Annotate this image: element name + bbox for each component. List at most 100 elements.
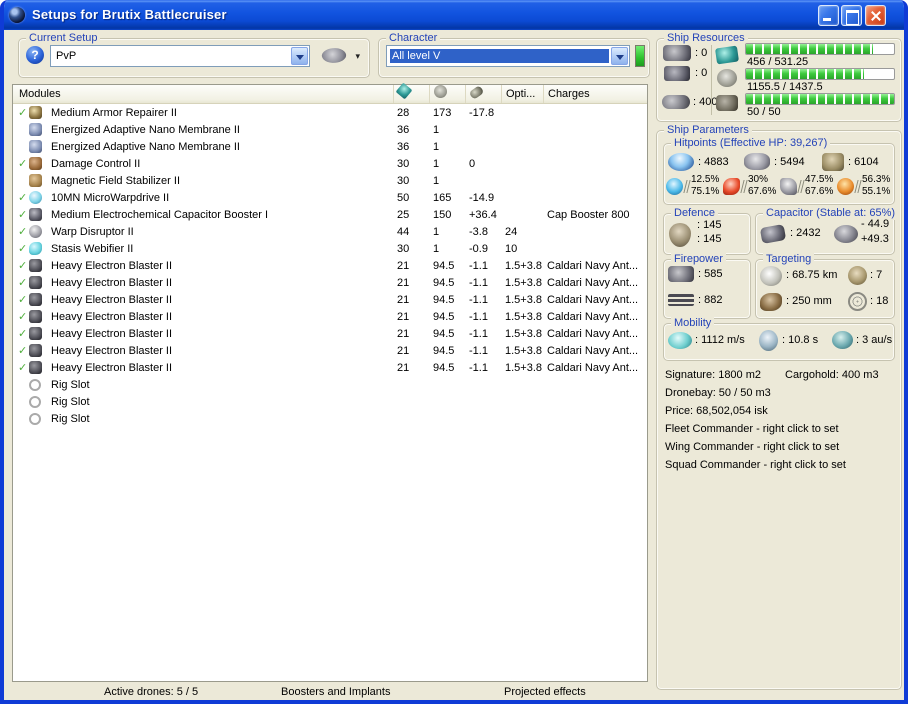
capacitor-icon bbox=[468, 85, 485, 100]
fitted-check-icon: ✓ bbox=[18, 362, 28, 374]
module-row[interactable]: ✓ Heavy Electron Blaster II 21 94.5 -1.1… bbox=[13, 257, 647, 274]
module-name: Stasis Webifier II bbox=[51, 242, 134, 255]
powergrid-bar bbox=[745, 68, 895, 80]
fitted-check-icon: ✓ bbox=[18, 328, 28, 340]
help-icon[interactable]: ? bbox=[26, 46, 44, 64]
damage-control-icon bbox=[29, 157, 42, 170]
projected-effects-section[interactable]: Projected effects bbox=[504, 686, 586, 698]
column-header-charges[interactable]: Charges bbox=[543, 85, 647, 103]
align-time-icon bbox=[759, 330, 778, 351]
module-row[interactable]: ✓ Heavy Electron Blaster II 21 94.5 -1.1… bbox=[13, 342, 647, 359]
module-powergrid: 94.5 bbox=[433, 310, 455, 323]
module-row[interactable]: ✓ Heavy Electron Blaster II 21 94.5 -1.1… bbox=[13, 359, 647, 376]
modules-table-body: ✓ Medium Armor Repairer II 28 173 -17.8 … bbox=[13, 104, 647, 427]
ship-resources-group: Ship Resources : 0 : 0 : 400 456 / 531.2… bbox=[656, 31, 902, 122]
module-cap-use: -1.1 bbox=[469, 327, 488, 340]
module-powergrid: 1 bbox=[433, 140, 440, 153]
module-powergrid: 94.5 bbox=[433, 276, 455, 289]
capacitor-recharge-icon bbox=[834, 225, 858, 243]
module-row[interactable]: ✓ Medium Electrochemical Capacitor Boost… bbox=[13, 206, 647, 223]
wing-commander-text[interactable]: Wing Commander - right click to set bbox=[665, 441, 839, 453]
modules-table: Modules Opti... Charges ✓ Medium Armor R… bbox=[12, 82, 648, 682]
mobility-label: Mobility bbox=[671, 316, 715, 330]
module-optimal: 1.5+3.8 bbox=[505, 276, 543, 289]
targeting-label: Targeting bbox=[763, 252, 815, 266]
cpu-icon bbox=[714, 45, 740, 65]
module-row[interactable]: Magnetic Field Stabilizer II 30 1 bbox=[13, 172, 647, 189]
module-row[interactable]: ✓ Damage Control II 30 1 0 bbox=[13, 155, 647, 172]
column-header-optimal[interactable]: Opti... bbox=[501, 85, 543, 103]
column-header-powergrid[interactable] bbox=[429, 85, 465, 103]
sensor-strength-value: : 18 bbox=[870, 295, 889, 307]
module-row[interactable]: ✓ Stasis Webifier II 30 1 -0.9 10 bbox=[13, 240, 647, 257]
module-row[interactable]: ✓ Heavy Electron Blaster II 21 94.5 -1.1… bbox=[13, 308, 647, 325]
module-row[interactable]: ✓ Warp Disruptor II 44 1 -3.8 24 bbox=[13, 223, 647, 240]
kinetic-damage-icon bbox=[780, 177, 797, 195]
setup-tools-button[interactable]: ▾ bbox=[320, 45, 362, 67]
module-row[interactable]: ✓ 10MN MicroWarpdrive II 50 165 -14.9 bbox=[13, 189, 647, 206]
boosters-implants-section[interactable]: Boosters and Implants bbox=[281, 686, 390, 698]
module-cpu: 21 bbox=[397, 310, 410, 323]
module-row[interactable]: ✓ Heavy Electron Blaster II 21 94.5 -1.1… bbox=[13, 291, 647, 308]
character-select[interactable]: All level V bbox=[386, 45, 630, 67]
column-header-cpu[interactable] bbox=[393, 82, 429, 103]
blaster-icon bbox=[29, 259, 42, 272]
shield-hp-icon bbox=[668, 153, 694, 171]
module-charge: Caldari Navy Ant... bbox=[547, 310, 639, 323]
module-row[interactable]: ✓ Heavy Electron Blaster II 21 94.5 -1.1… bbox=[13, 274, 647, 291]
firepower-label: Firepower bbox=[671, 252, 726, 266]
module-row[interactable]: Energized Adaptive Nano Membrane II 36 1 bbox=[13, 138, 647, 155]
divider bbox=[740, 179, 748, 193]
module-row[interactable]: ✓ Medium Armor Repairer II 28 173 -17.8 bbox=[13, 104, 647, 121]
em-resist-values: 12.5% 75.1% bbox=[691, 174, 720, 197]
chevron-down-icon[interactable] bbox=[291, 47, 308, 65]
hitpoints-group: Hitpoints (Effective HP: 39,267) : 4883 … bbox=[663, 136, 895, 205]
module-powergrid: 165 bbox=[433, 191, 452, 204]
capacitor-group: Capacitor (Stable at: 65%) : 2432 - 44.9… bbox=[755, 206, 899, 255]
em-resist: 12.5% 75.1% bbox=[666, 174, 723, 198]
nano-membrane-icon bbox=[29, 123, 42, 136]
column-header-capacitor[interactable] bbox=[465, 85, 501, 103]
warp-speed-icon bbox=[832, 331, 853, 349]
active-drones-section[interactable]: Active drones: 5 / 5 bbox=[104, 686, 198, 698]
max-targets-icon bbox=[848, 266, 867, 285]
module-name: Heavy Electron Blaster II bbox=[51, 344, 173, 357]
caret-down-icon: ▾ bbox=[355, 51, 360, 61]
module-optimal: 1.5+3.8 bbox=[505, 310, 543, 323]
volley-icon bbox=[668, 294, 694, 306]
column-header-modules[interactable]: Modules bbox=[13, 85, 393, 103]
module-cap-use: -17.8 bbox=[469, 106, 495, 119]
minimize-button[interactable] bbox=[818, 5, 839, 26]
module-row[interactable]: Energized Adaptive Nano Membrane II 36 1 bbox=[13, 121, 647, 138]
module-charge: Caldari Navy Ant... bbox=[547, 327, 639, 340]
stasis-web-icon bbox=[29, 242, 42, 255]
launcher-hardpoints-icon bbox=[664, 66, 690, 81]
fleet-commander-text[interactable]: Fleet Commander - right click to set bbox=[665, 423, 839, 435]
module-row[interactable]: Rig Slot bbox=[13, 393, 647, 410]
module-charge: Caldari Navy Ant... bbox=[547, 259, 639, 272]
module-row[interactable]: Rig Slot bbox=[13, 410, 647, 427]
squad-commander-text[interactable]: Squad Commander - right click to set bbox=[665, 459, 846, 471]
fitted-check-icon: ✓ bbox=[18, 192, 28, 204]
defence-value-2: : 145 bbox=[697, 233, 722, 245]
maximize-button[interactable] bbox=[841, 5, 862, 26]
module-name: Energized Adaptive Nano Membrane II bbox=[51, 140, 240, 153]
rig-slot-icon bbox=[29, 378, 41, 391]
module-name: Damage Control II bbox=[51, 157, 141, 170]
fitted-check-icon: ✓ bbox=[18, 158, 28, 170]
character-skill-indicator bbox=[635, 45, 645, 67]
module-charge: Caldari Navy Ant... bbox=[547, 293, 639, 306]
setup-select[interactable]: PvP bbox=[50, 45, 310, 67]
module-powergrid: 94.5 bbox=[433, 293, 455, 306]
fitted-check-icon: ✓ bbox=[18, 345, 28, 357]
fitted-check-icon: ✓ bbox=[18, 294, 28, 306]
module-cpu: 21 bbox=[397, 327, 410, 340]
close-button[interactable] bbox=[865, 5, 886, 26]
divider bbox=[683, 179, 691, 193]
module-row[interactable]: ✓ Heavy Electron Blaster II 21 94.5 -1.1… bbox=[13, 325, 647, 342]
chevron-down-icon[interactable] bbox=[611, 47, 628, 65]
title-bar[interactable]: Setups for Brutix Battlecruiser bbox=[4, 0, 904, 30]
module-row[interactable]: Rig Slot bbox=[13, 376, 647, 393]
fitted-check-icon: ✓ bbox=[18, 243, 28, 255]
align-time-value: : 10.8 s bbox=[782, 334, 819, 346]
